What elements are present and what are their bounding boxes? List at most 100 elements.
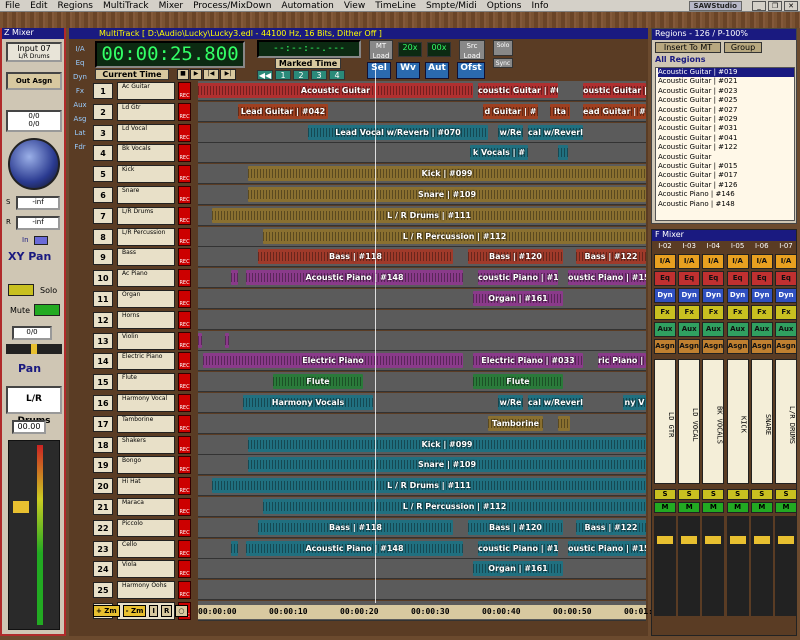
channel-aux-button[interactable]: Aux — [750, 322, 773, 337]
channel-eq-button[interactable]: Eq — [726, 271, 749, 286]
track-name[interactable]: Piccolo — [117, 518, 175, 537]
channel-asgn-button[interactable]: Asgn — [726, 339, 749, 354]
mute-button[interactable] — [34, 304, 60, 316]
track-number[interactable]: 23 — [93, 540, 113, 557]
region-list-item[interactable]: Acoustic Guitar | #029 — [658, 115, 794, 124]
track-name[interactable]: Viola — [117, 560, 175, 579]
track-number[interactable]: 9 — [93, 249, 113, 266]
track-name[interactable]: Violin — [117, 331, 175, 350]
audio-region[interactable]: Bass | #118 — [258, 519, 453, 535]
record-arm-button[interactable]: REC — [178, 248, 191, 267]
track-lane[interactable]: Tamborine — [198, 413, 646, 434]
track-lane[interactable]: Kick | #099 — [198, 164, 646, 185]
channel-dyn-button[interactable]: Dyn — [654, 288, 676, 303]
track-name[interactable]: Tamborine — [117, 414, 175, 433]
channel-eq-button[interactable]: Eq — [750, 271, 773, 286]
audio-region[interactable]: Bass | #122 — [576, 249, 646, 265]
ofst-button[interactable]: Ofst — [457, 62, 485, 79]
region-list-item[interactable]: Acoustic Guitar | #023 — [658, 87, 794, 96]
audio-region[interactable]: Lead Guitar | #042 — [238, 103, 328, 119]
forward-icon[interactable]: ▶| — [220, 69, 236, 80]
track-lane[interactable] — [198, 309, 646, 330]
channel-aux-button[interactable]: Aux — [702, 322, 725, 337]
audio-region[interactable]: Snare | #109 — [248, 457, 646, 473]
track-name[interactable]: Horns — [117, 310, 175, 329]
timeline-ruler[interactable]: 00:00:00 00:00:10 00:00:20 00:00:30 00:00:40… — [198, 605, 663, 619]
channel-fx-button[interactable]: Fx — [750, 305, 773, 320]
audio-region[interactable]: Kick | #099 — [248, 436, 646, 452]
channel-fx-button[interactable]: Fx — [775, 305, 797, 320]
pan-slider[interactable] — [6, 344, 62, 354]
record-arm-button[interactable]: REC — [178, 102, 191, 121]
level-value[interactable]: 00.00 — [12, 420, 46, 434]
regions-list[interactable]: Acoustic Guitar | #019 Acoustic Guitar | … — [655, 67, 795, 221]
channel-aux-button[interactable]: Aux — [726, 322, 749, 337]
channel-ia-button[interactable]: I/A — [702, 254, 725, 269]
channel-fader[interactable] — [750, 516, 773, 616]
channel-fx-button[interactable]: Fx — [678, 305, 701, 320]
channel-solo-button[interactable]: S — [702, 489, 725, 500]
track-number[interactable]: 21 — [93, 499, 113, 515]
audio-region[interactable]: Bass | #120 — [468, 249, 563, 265]
audio-region[interactable]: ead Guitar | #04 — [583, 103, 646, 119]
zoom-out-button[interactable]: - Zm — [122, 605, 147, 617]
track-number[interactable]: 16 — [93, 395, 113, 411]
audio-region[interactable]: Bass | #122 — [576, 519, 646, 535]
audio-region[interactable]: Electric Piano | #033 — [473, 353, 583, 369]
audio-region[interactable] — [231, 540, 238, 556]
insert-to-mt-button[interactable]: Insert To MT — [655, 42, 721, 53]
audio-region[interactable]: coustic Piano | #15 — [478, 270, 558, 286]
track-number[interactable]: 1 — [93, 83, 113, 99]
audio-region[interactable]: ric Piano | # — [598, 353, 646, 369]
channel-dyn-button[interactable]: Dyn — [750, 288, 773, 303]
tool-2[interactable]: Eq — [70, 56, 90, 70]
channel-eq-button[interactable]: Eq — [775, 271, 797, 286]
audio-region[interactable]: Lead Vocal w/Reverb | #070 — [308, 124, 488, 140]
track-number[interactable]: 15 — [93, 374, 113, 391]
audio-region[interactable]: Snare | #109 — [248, 187, 646, 202]
track-number[interactable]: 17 — [93, 415, 113, 432]
fader-thumb[interactable] — [13, 501, 29, 513]
region-list-item[interactable]: Acoustic Piano | #146 — [658, 190, 794, 199]
track-name[interactable]: Hi Hat — [117, 477, 175, 496]
track-lane[interactable]: Bass | #118 Bass | #120 Bass | #122 — [198, 247, 646, 268]
menu-automation[interactable]: Automation — [276, 1, 338, 11]
zoom-20x[interactable]: 20x — [398, 42, 422, 57]
audio-region[interactable]: Flute — [473, 374, 563, 390]
channel-ia-button[interactable]: I/A — [775, 254, 797, 269]
track-number[interactable]: 13 — [93, 332, 113, 349]
record-arm-button[interactable]: REC — [178, 456, 191, 475]
track-name[interactable]: Harmony Oohs — [117, 581, 175, 600]
menu-timeline[interactable]: TimeLine — [370, 1, 421, 11]
record-arm-button[interactable]: REC — [178, 82, 191, 100]
track-number[interactable]: 2 — [93, 103, 113, 120]
track-lane[interactable]: Snare | #109 — [198, 185, 646, 205]
audio-region[interactable]: ita — [550, 103, 570, 119]
menu-regions[interactable]: Regions — [53, 1, 99, 11]
channel-asgn-button[interactable]: Asgn — [678, 339, 701, 354]
region-list-item[interactable]: Acoustic Guitar | #015 — [658, 162, 794, 171]
in-toggle[interactable] — [34, 236, 48, 245]
audio-region[interactable]: L / R Drums | #111 — [212, 478, 646, 494]
audio-region[interactable]: Harmony Vocals — [243, 395, 373, 410]
region-list-item[interactable]: Acoustic Guitar | #122 — [658, 143, 794, 152]
sel-button[interactable]: Sel — [367, 62, 391, 79]
audio-region[interactable]: w/Re — [498, 395, 523, 410]
channel-solo-button[interactable]: S — [678, 489, 701, 500]
channel-eq-button[interactable]: Eq — [678, 271, 701, 286]
audio-region[interactable]: Bass | #118 — [258, 249, 453, 265]
channel-ia-button[interactable]: I/A — [726, 254, 749, 269]
channel-asgn-button[interactable]: Asgn — [654, 339, 676, 354]
channel-dyn-button[interactable]: Dyn — [726, 288, 749, 303]
rewind-icon[interactable]: |◀ — [203, 69, 219, 80]
audio-region[interactable]: Organ | #161 — [473, 561, 563, 577]
channel-mute-button[interactable]: M — [678, 502, 701, 513]
channel-aux-button[interactable]: Aux — [775, 322, 797, 337]
locator-1[interactable]: 1 — [275, 70, 291, 80]
track-number[interactable]: 25 — [93, 582, 113, 599]
channel-mute-button[interactable]: M — [775, 502, 797, 513]
track-name[interactable]: Electric Piano — [117, 352, 175, 371]
channel-solo-button[interactable]: S — [775, 489, 797, 500]
record-arm-button[interactable]: REC — [178, 206, 191, 225]
menu-multitrack[interactable]: MultiTrack — [98, 1, 154, 11]
